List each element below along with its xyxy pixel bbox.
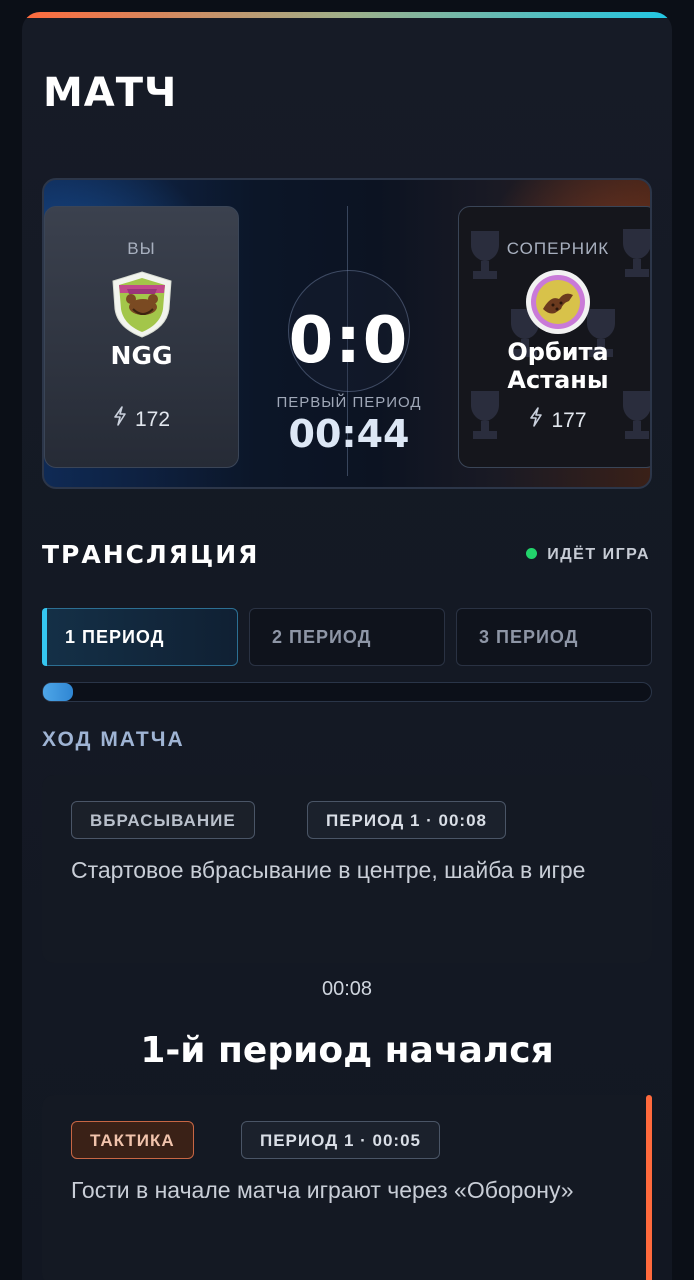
tab-period-1[interactable]: 1 ПЕРИОД <box>42 608 238 666</box>
event-text: Гости в начале матча играют через «Оборо… <box>71 1177 574 1203</box>
ngg-shield-logo-icon <box>109 269 175 339</box>
home-team-rating: 172 <box>45 406 238 432</box>
away-team-name-line1: Орбита <box>507 338 609 366</box>
tab-label: 1 ПЕРИОД <box>65 627 165 647</box>
away-team-rating: 177 <box>459 407 650 433</box>
event-type-badge: ВБРАСЫВАНИЕ <box>71 801 255 839</box>
live-status: ИДЁТ ИГРА <box>526 546 650 564</box>
scoreboard-card: ВЫ NGG 172 0:0 ПЕРВЫЙ ПЕРИОД 00:44 СОПЕР… <box>42 178 652 489</box>
event-text: Стартовое вбрасывание в центре, шайба в … <box>71 857 586 883</box>
match-screen: МАТЧ ВЫ NGG 172 0:0 ПЕРВЫЙ ПЕРИОД 00:44 … <box>22 12 672 1280</box>
home-team-role: ВЫ <box>127 239 156 258</box>
broadcast-title: ТРАНСЛЯЦИЯ <box>42 540 260 569</box>
page-title: МАТЧ <box>43 70 178 116</box>
feed-title: ХОД МАТЧА <box>42 728 185 751</box>
tab-label: 2 ПЕРИОД <box>272 627 372 647</box>
period-started-label: 1-й период начался <box>140 1030 554 1071</box>
lightning-icon <box>113 406 127 432</box>
top-accent-line <box>22 12 672 18</box>
home-team-name: NGG <box>110 341 173 370</box>
event-time-badge: ПЕРИОД 1 · 00:08 <box>307 801 506 839</box>
live-status-label: ИДЁТ ИГРА <box>547 546 650 563</box>
event-accent-bar <box>646 1095 652 1280</box>
away-team-name: Орбита Астаны <box>459 338 650 394</box>
event-card: ВБРАСЫВАНИЕ ПЕРИОД 1 · 00:08 Стартовое в… <box>42 775 652 963</box>
period-name: ПЕРВЫЙ ПЕРИОД <box>276 394 422 411</box>
period-progress-bar <box>42 682 652 702</box>
game-clock: 00:44 <box>288 412 410 456</box>
separator-time: 00:08 <box>321 978 373 1000</box>
away-team-card[interactable]: СОПЕРНИК Орбита Астаны 177 <box>458 206 650 468</box>
event-type-badge: ТАКТИКА <box>71 1121 194 1159</box>
score-display: 0:0 <box>288 304 410 378</box>
event-time-badge: ПЕРИОД 1 · 00:05 <box>241 1121 440 1159</box>
lightning-icon <box>529 407 543 433</box>
live-dot-icon <box>526 548 538 559</box>
event-card: ТАКТИКА ПЕРИОД 1 · 00:05 Гости в начале … <box>42 1095 652 1280</box>
period-progress-fill <box>43 683 74 701</box>
away-team-name-line2: Астаны <box>507 366 609 394</box>
home-team-card[interactable]: ВЫ NGG 172 <box>44 206 239 468</box>
tab-period-2[interactable]: 2 ПЕРИОД <box>249 608 445 666</box>
away-team-role: СОПЕРНИК <box>506 239 610 258</box>
orbita-astana-logo-icon <box>525 269 591 339</box>
away-rating-value: 177 <box>551 409 587 432</box>
tab-label: 3 ПЕРИОД <box>479 627 579 647</box>
tab-period-3[interactable]: 3 ПЕРИОД <box>456 608 652 666</box>
home-rating-value: 172 <box>134 408 171 431</box>
